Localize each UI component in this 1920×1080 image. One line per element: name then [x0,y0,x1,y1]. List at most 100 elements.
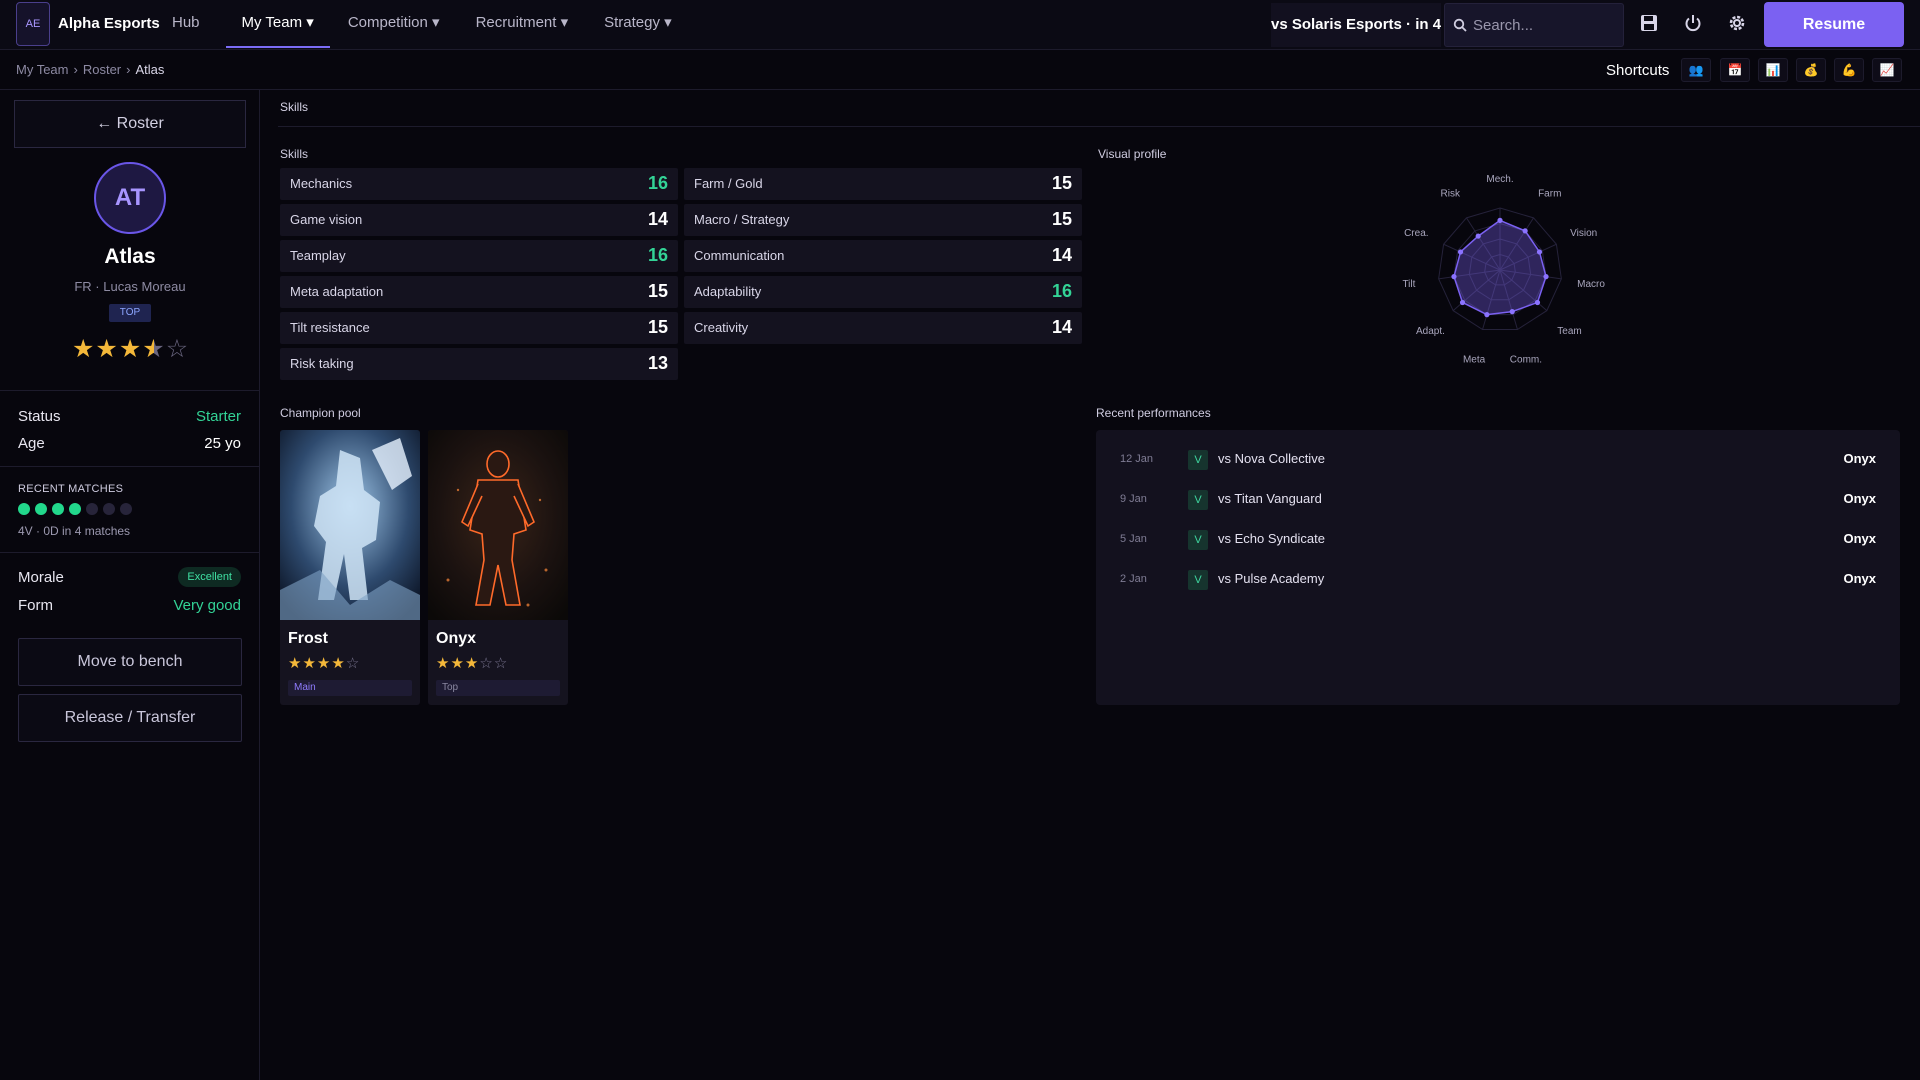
calendar-shortcut-icon[interactable]: 📅 [1720,58,1750,82]
star-icon: ★ [302,655,317,672]
next-match-info[interactable]: vs Solaris Esports · in 4 d [1271,3,1441,47]
nav-strategy[interactable]: Strategy ▾ [588,0,688,48]
skill-label: Game vision [290,212,363,227]
performance-row[interactable]: 5 Jan Vvs Echo Syndicate Onyx [1096,520,1900,560]
back-to-roster-button[interactable]: ← Roster [14,100,246,148]
match-champion: Onyx [1843,571,1876,586]
breadcrumb: My Team › Roster › Atlas [16,62,164,77]
release-transfer-button[interactable]: Release / Transfer [18,694,242,742]
star-icon: ★ [436,655,451,672]
empty-star-icon: ☆ [165,335,190,363]
skill-row: Macro / Strategy 15 [684,204,1082,236]
stats-shortcut-icon[interactable]: 📊 [1758,58,1788,82]
match-result-badge: V [1188,490,1208,510]
match-win-dot [35,503,47,515]
match-win-dot [69,503,81,515]
champion-stars: ★★★★☆ [288,654,360,672]
match-champion: Onyx [1843,531,1876,546]
recent-matches-summary: 4V · 0D in 4 matches [18,524,131,538]
radar-axis-label: Crea. [1404,228,1428,239]
player-avatar: AT [94,162,166,234]
resume-button[interactable]: Resume [1764,2,1904,47]
radar-axis-label: Mech. [1486,174,1513,185]
star-icon: ★ [288,655,303,672]
morale-label: Morale [18,569,64,586]
star-icon: ★ [95,335,119,363]
skill-value: 16 [647,245,668,265]
match-champion: Onyx [1843,491,1876,506]
champion-card[interactable]: Frost ★★★★☆ Main [280,430,420,705]
search-box[interactable] [1444,3,1624,47]
match-result-badge: V [1188,570,1208,590]
radar-point [1534,299,1541,306]
roster-shortcut-icon[interactable]: 👥 [1681,58,1711,82]
radar-axis-label: Tilt [1402,279,1415,290]
radar-axis-label: Risk [1441,189,1461,200]
match-champion: Onyx [1843,451,1876,466]
team-name: Alpha Esports [58,15,160,32]
save-icon[interactable] [1637,13,1661,37]
role-badge: TOP [109,304,151,322]
power-icon[interactable] [1681,13,1705,37]
age-label: Age [18,435,45,452]
skill-label: Teamplay [290,248,346,263]
champion-portrait-onyx [428,430,568,620]
radar-point [1451,274,1457,280]
empty-star-icon: ☆ [345,655,361,672]
player-subtitle: FR · Lucas Moreau [74,279,186,294]
sub-bar: My Team › Roster › Atlas Shortcuts 👥 📅 📊 💰 💪… [0,50,1920,90]
radar-axis-label: Comm. [1510,354,1542,365]
settings-gear-icon[interactable] [1725,13,1749,37]
divider [0,466,260,467]
radar-axis-label: Vision [1570,228,1597,239]
skill-value: 14 [647,209,668,229]
champion-tag: Main [288,680,412,696]
match-opponent: vs Titan Vanguard [1218,491,1322,506]
champion-card[interactable]: Onyx ★★★☆☆ Top [428,430,568,705]
skill-row: Tilt resistance 15 [280,312,678,344]
team-logo[interactable]: AE [16,2,50,46]
training-shortcut-icon[interactable]: 💪 [1834,58,1864,82]
breadcrumb-my-team[interactable]: My Team [16,62,69,77]
skill-value: 16 [1051,281,1072,301]
champion-stars: ★★★☆☆ [436,654,508,672]
champion-portrait-frost [280,430,420,620]
skill-row: Risk taking 13 [280,348,678,380]
tab-skills[interactable]: Skills [280,100,308,114]
radar-point [1497,217,1503,223]
search-input[interactable] [1473,16,1613,34]
main-nav: Hub My Team ▾ Competition ▾ Recruitment … [160,0,688,48]
breadcrumb-roster[interactable]: Roster [83,62,121,77]
champion-pool-title: Champion pool [280,406,361,420]
skill-value: 14 [1051,317,1072,337]
skill-row: Meta adaptation 15 [280,276,678,308]
performance-row[interactable]: 2 Jan Vvs Pulse Academy Onyx [1096,560,1900,600]
performance-row[interactable]: 9 Jan Vvs Titan Vanguard Onyx [1096,480,1900,520]
performance-row[interactable]: 12 Jan Vvs Nova Collective Onyx [1096,440,1900,480]
radar-point [1459,299,1466,306]
progress-shortcut-icon[interactable]: 📈 [1872,58,1902,82]
skill-value: 14 [1051,245,1072,265]
skill-label: Communication [694,248,785,263]
star-icon: ★ [118,335,143,363]
skill-label: Mechanics [290,176,353,191]
radar-point [1522,228,1528,234]
nav-recruitment[interactable]: Recruitment ▾ [460,0,585,48]
radar-point [1509,309,1515,315]
move-to-bench-button[interactable]: Move to bench [18,638,242,686]
breadcrumb-separator: › [73,62,78,77]
divider [0,552,260,553]
nav-competition[interactable]: Competition ▾ [332,0,456,48]
nav-my-team[interactable]: My Team ▾ [225,0,330,48]
radar-svg: Mech. Farm Vision Macro Team Comm. Meta Adapt. T… [1402,174,1605,365]
finances-shortcut-icon[interactable]: 💰 [1796,58,1826,82]
match-win-dot [52,503,64,515]
skill-value: 15 [1051,173,1072,193]
visual-profile-title: Visual profile [1098,147,1167,161]
nav-hub[interactable]: Hub [156,0,216,48]
half-star-icon: ★ [142,335,166,363]
skill-value: 15 [647,281,668,301]
age-value: 25 yo [204,435,241,452]
champion-tag: Top [436,680,560,696]
status-label: Status [18,408,61,425]
